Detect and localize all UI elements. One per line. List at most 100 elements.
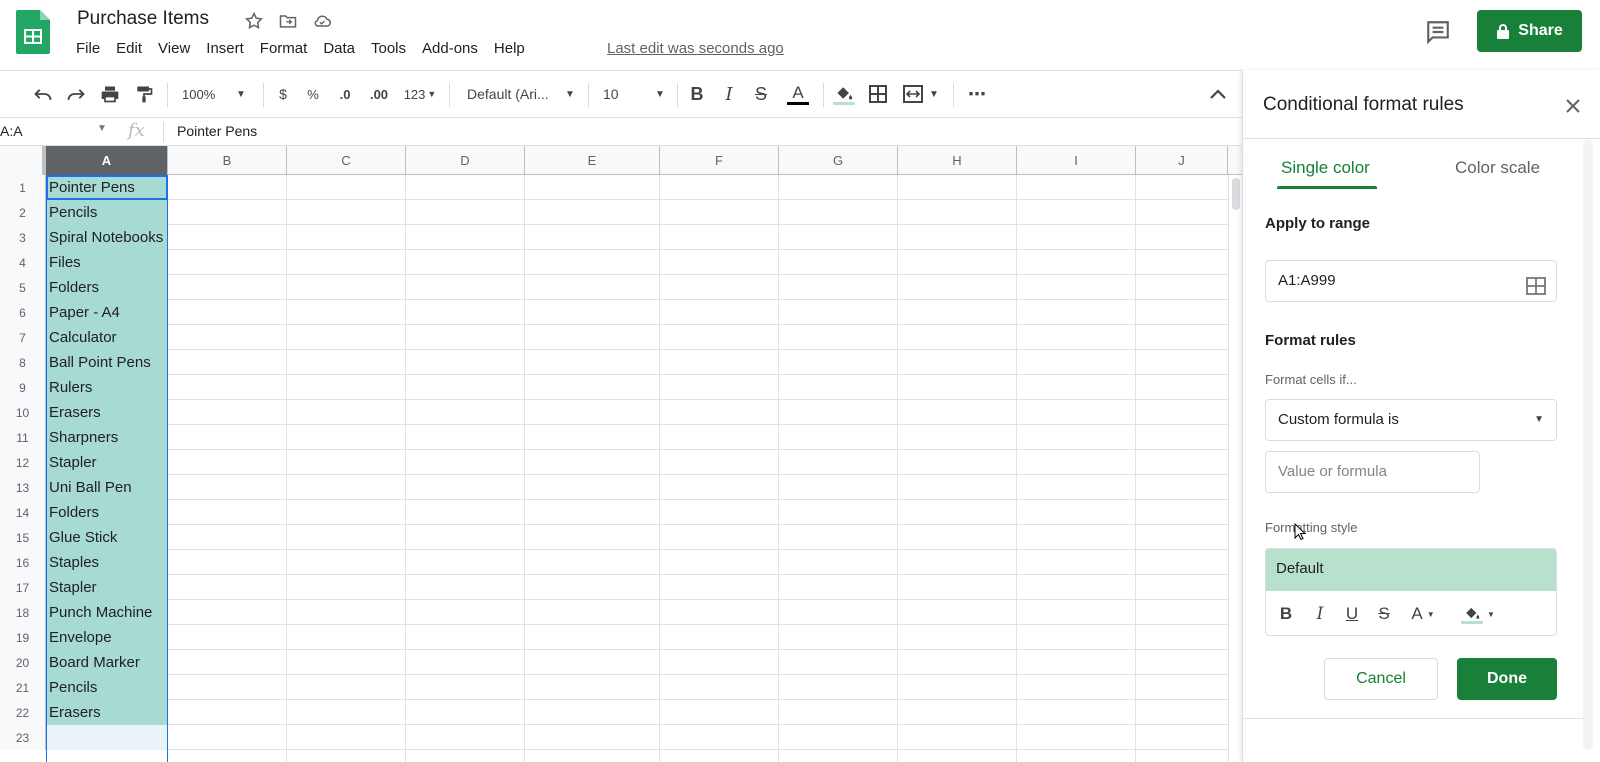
done-button[interactable]: Done — [1457, 658, 1557, 700]
cell-a16[interactable]: Staples — [46, 550, 168, 575]
row-header[interactable]: 15 — [0, 525, 46, 550]
menu-data[interactable]: Data — [323, 40, 355, 57]
row-header[interactable]: 13 — [0, 475, 46, 500]
cell-a5[interactable]: Folders — [46, 275, 168, 300]
collapse-chevron-up-icon[interactable] — [1204, 79, 1232, 109]
row-header[interactable]: 21 — [0, 675, 46, 700]
row-header[interactable]: 3 — [0, 225, 46, 250]
cell-a1[interactable]: Pointer Pens — [46, 175, 168, 200]
row-header[interactable]: 5 — [0, 275, 46, 300]
column-header-h[interactable]: H — [898, 146, 1017, 175]
last-edit-link[interactable]: Last edit was seconds ago — [607, 40, 784, 57]
spreadsheet-grid[interactable]: ABCDEFGHIJ 1 Pointer Pens 2 Pencils 3 Spiral … — [0, 146, 1242, 762]
style-strikethrough-icon[interactable]: S — [1372, 599, 1396, 629]
cell-a9[interactable]: Rulers — [46, 375, 168, 400]
row-header[interactable]: 4 — [0, 250, 46, 275]
decrease-decimals-button[interactable]: .0 — [332, 79, 358, 109]
row-header[interactable]: 16 — [0, 550, 46, 575]
comments-icon[interactable] — [1422, 16, 1454, 48]
style-underline-icon[interactable]: U — [1340, 599, 1364, 629]
select-range-icon[interactable] — [1526, 271, 1546, 311]
redo-icon[interactable] — [63, 79, 89, 109]
row-header[interactable]: 12 — [0, 450, 46, 475]
cell-a8[interactable]: Ball Point Pens — [46, 350, 168, 375]
row-header[interactable]: 11 — [0, 425, 46, 450]
row-header[interactable]: 1 — [0, 175, 46, 200]
cell-a3[interactable]: Spiral Notebooks — [46, 225, 168, 250]
style-fill-color-icon[interactable]: ▼ — [1458, 599, 1498, 629]
menu-format[interactable]: Format — [260, 40, 308, 57]
cell-a2[interactable]: Pencils — [46, 200, 168, 225]
range-input[interactable]: A1:A999 — [1265, 260, 1557, 302]
cell-a12[interactable]: Stapler — [46, 450, 168, 475]
name-box[interactable]: A:A — [0, 123, 110, 139]
style-text-color-icon[interactable]: A ▼ — [1406, 599, 1440, 629]
cell-a11[interactable]: Sharpners — [46, 425, 168, 450]
cell-a20[interactable]: Board Marker — [46, 650, 168, 675]
chevron-down-icon[interactable]: ▼ — [97, 123, 107, 134]
scrollbar-thumb[interactable] — [1232, 178, 1240, 210]
column-header-e[interactable]: E — [525, 146, 660, 175]
tab-single-color[interactable]: Single color — [1281, 158, 1370, 178]
cell-a15[interactable]: Glue Stick — [46, 525, 168, 550]
cell-a23[interactable] — [46, 725, 168, 750]
row-header[interactable]: 19 — [0, 625, 46, 650]
column-header-j[interactable]: J — [1136, 146, 1228, 175]
menu-tools[interactable]: Tools — [371, 40, 406, 57]
cell-a6[interactable]: Paper - A4 — [46, 300, 168, 325]
sheets-logo-icon[interactable] — [16, 10, 50, 54]
vertical-scrollbar[interactable] — [1228, 175, 1242, 762]
cell-a18[interactable]: Punch Machine — [46, 600, 168, 625]
more-formats-button[interactable]: 123 ▼ — [400, 79, 440, 109]
menu-insert[interactable]: Insert — [206, 40, 244, 57]
column-header-g[interactable]: G — [779, 146, 898, 175]
text-color-icon[interactable]: A — [785, 79, 811, 109]
condition-select[interactable]: Custom formula is ▼ — [1265, 399, 1557, 441]
cell-a17[interactable]: Stapler — [46, 575, 168, 600]
style-italic-icon[interactable]: I — [1308, 599, 1332, 629]
row-header[interactable]: 2 — [0, 200, 46, 225]
cell-a21[interactable]: Pencils — [46, 675, 168, 700]
font-family-select[interactable]: Default (Ari... ▼ — [467, 79, 577, 109]
star-icon[interactable] — [242, 9, 266, 33]
bold-icon[interactable]: B — [685, 79, 709, 109]
cell-a14[interactable]: Folders — [46, 500, 168, 525]
cell-a10[interactable]: Erasers — [46, 400, 168, 425]
strikethrough-icon[interactable]: S — [749, 79, 773, 109]
row-header[interactable]: 6 — [0, 300, 46, 325]
row-header[interactable]: 23 — [0, 725, 46, 750]
share-button[interactable]: Share — [1477, 10, 1582, 52]
column-header-b[interactable]: B — [168, 146, 287, 175]
move-folder-icon[interactable] — [276, 9, 300, 33]
select-all-corner[interactable] — [0, 146, 46, 175]
borders-icon[interactable] — [865, 79, 891, 109]
column-header-c[interactable]: C — [287, 146, 406, 175]
row-header[interactable]: 8 — [0, 350, 46, 375]
cell-a22[interactable]: Erasers — [46, 700, 168, 725]
row-header[interactable]: 22 — [0, 700, 46, 725]
increase-decimals-button[interactable]: .00 — [364, 79, 394, 109]
row-header[interactable]: 18 — [0, 600, 46, 625]
row-header[interactable]: 9 — [0, 375, 46, 400]
currency-format-button[interactable]: $ — [272, 79, 294, 109]
style-preset-select[interactable]: Default — [1266, 549, 1556, 591]
paint-format-icon[interactable] — [131, 79, 157, 109]
formula-input[interactable]: Pointer Pens — [177, 123, 257, 139]
value-or-formula-input[interactable]: Value or formula — [1265, 451, 1480, 493]
menu-edit[interactable]: Edit — [116, 40, 142, 57]
close-icon[interactable] — [1561, 94, 1585, 118]
more-options-icon[interactable]: ⋯ — [962, 79, 992, 109]
menu-file[interactable]: File — [76, 40, 100, 57]
tab-color-scale[interactable]: Color scale — [1455, 158, 1540, 178]
cancel-button[interactable]: Cancel — [1324, 658, 1438, 700]
font-size-select[interactable]: 10 ▼ — [603, 79, 665, 109]
menu-add-ons[interactable]: Add-ons — [422, 40, 478, 57]
print-icon[interactable] — [97, 79, 123, 109]
document-title[interactable]: Purchase Items — [77, 8, 209, 30]
italic-icon[interactable]: I — [717, 79, 741, 109]
cloud-status-icon[interactable] — [310, 9, 334, 33]
cell-a7[interactable]: Calculator — [46, 325, 168, 350]
column-header-i[interactable]: I — [1017, 146, 1136, 175]
row-header[interactable]: 10 — [0, 400, 46, 425]
cell-a19[interactable]: Envelope — [46, 625, 168, 650]
